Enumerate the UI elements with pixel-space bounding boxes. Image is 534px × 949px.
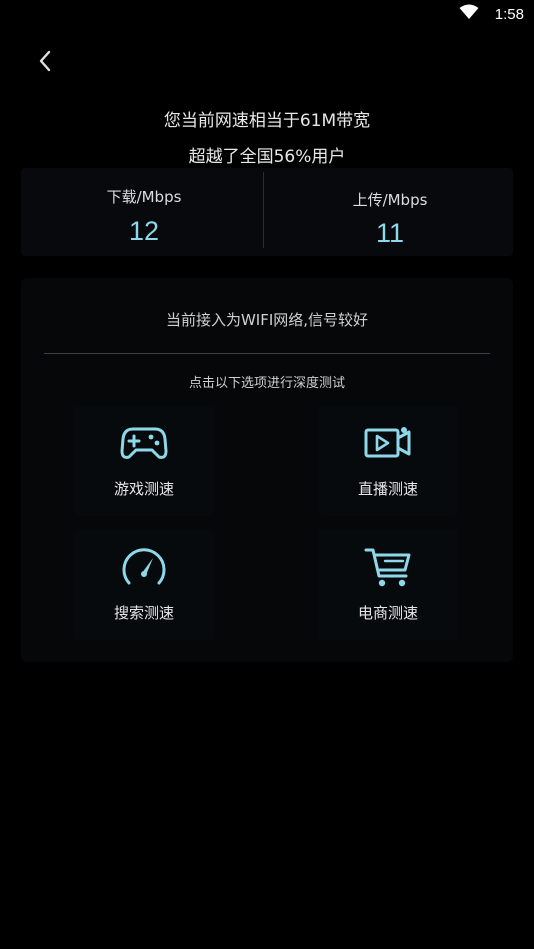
game-speed-test-label: 游戏测速 xyxy=(113,480,174,498)
video-camera-icon xyxy=(318,420,458,466)
status-time: 1:58 xyxy=(494,5,524,23)
wifi-icon xyxy=(459,4,479,24)
download-label: 下载/Mbps xyxy=(106,188,182,206)
speedometer-icon xyxy=(74,544,214,590)
download-section: 下载/Mbps 12 xyxy=(21,168,267,256)
upload-section: 上传/Mbps 11 xyxy=(267,168,513,256)
live-speed-test-label: 直播测速 xyxy=(357,480,418,498)
speed-equivalent-text: 您当前网速相当于61M带宽 xyxy=(163,111,371,131)
panel-divider xyxy=(44,353,490,354)
back-button[interactable] xyxy=(28,44,62,78)
status-right: 1:58 xyxy=(459,3,524,25)
ecommerce-speed-test-button[interactable]: 电商测速 xyxy=(318,530,458,640)
game-speed-test-button[interactable]: 游戏测速 xyxy=(74,406,214,516)
speed-result-panel: 下载/Mbps 12 上传/Mbps 11 xyxy=(21,168,513,256)
deep-test-hint: 点击以下选项进行深度测试 xyxy=(188,376,345,391)
deep-test-panel: 当前接入为WIFI网络,信号较好 点击以下选项进行深度测试 游戏测速 直播测速 xyxy=(21,278,513,662)
search-speed-test-button[interactable]: 搜索测速 xyxy=(74,530,214,640)
ranking-text: 超越了全国56%用户 xyxy=(188,147,346,167)
chevron-left-icon xyxy=(39,50,51,72)
network-status-text: 当前接入为WIFI网络,信号较好 xyxy=(165,311,369,329)
download-value: 12 xyxy=(128,216,160,246)
speed-divider xyxy=(263,172,264,248)
status-bar: 1:58 xyxy=(0,0,534,28)
upload-value: 11 xyxy=(375,218,405,248)
upload-label: 上传/Mbps xyxy=(352,191,428,209)
gamepad-icon xyxy=(74,420,214,466)
ecommerce-speed-test-label: 电商测速 xyxy=(357,604,418,622)
search-speed-test-label: 搜索测速 xyxy=(113,604,174,622)
live-speed-test-button[interactable]: 直播测速 xyxy=(318,406,458,516)
shopping-cart-icon xyxy=(318,544,458,590)
